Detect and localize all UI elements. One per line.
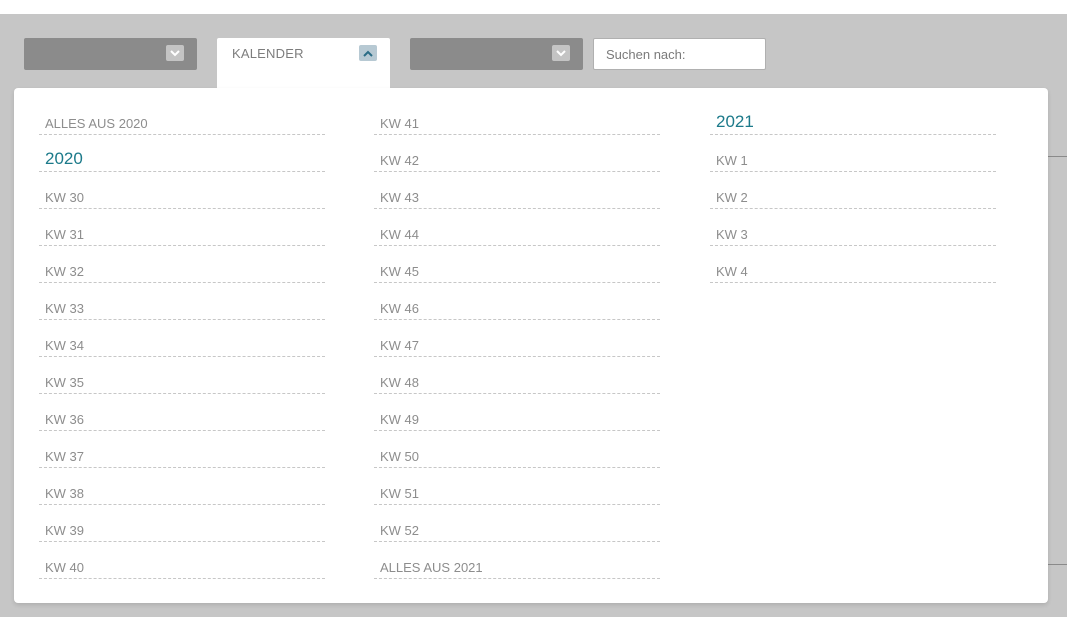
calendar-week-item[interactable]: KW 30: [39, 172, 325, 209]
calendar-week-item[interactable]: KW 39: [39, 505, 325, 542]
calendar-week-item[interactable]: KW 3: [710, 209, 996, 246]
calendar-dropdown[interactable]: KALENDER: [217, 38, 390, 88]
chevron-down-icon[interactable]: [552, 45, 570, 61]
calendar-week-item[interactable]: KW 40: [39, 542, 325, 579]
calendar-menu-panel: ALLES AUS 2020 2020 KW 30 KW 31 KW 32 KW 33 KW…: [14, 88, 1048, 603]
calendar-column-2: KW 41 KW 42 KW 43 KW 44 KW 45 KW 46 KW 47 KW 48…: [374, 108, 660, 579]
calendar-week-item[interactable]: KW 45: [374, 246, 660, 283]
calendar-dropdown-label: KALENDER: [232, 46, 304, 61]
calendar-week-item[interactable]: KW 42: [374, 135, 660, 172]
calendar-column-3: 2021 KW 1 KW 2 KW 3 KW 4: [710, 108, 996, 283]
calendar-week-item[interactable]: KW 49: [374, 394, 660, 431]
filter-dropdown-3[interactable]: [410, 38, 583, 70]
calendar-week-item[interactable]: KW 48: [374, 357, 660, 394]
filter-dropdown-1[interactable]: [24, 38, 197, 70]
calendar-week-item[interactable]: KW 44: [374, 209, 660, 246]
calendar-week-item[interactable]: KW 37: [39, 431, 325, 468]
calendar-year-heading[interactable]: 2020: [39, 135, 325, 172]
calendar-week-item[interactable]: KW 50: [374, 431, 660, 468]
calendar-week-item[interactable]: KW 1: [710, 135, 996, 172]
calendar-week-item[interactable]: KW 52: [374, 505, 660, 542]
calendar-week-item[interactable]: KW 41: [374, 108, 660, 135]
calendar-week-item[interactable]: KW 47: [374, 320, 660, 357]
calendar-all-year-item[interactable]: ALLES AUS 2020: [39, 108, 325, 135]
calendar-week-item[interactable]: KW 31: [39, 209, 325, 246]
calendar-week-item[interactable]: KW 34: [39, 320, 325, 357]
calendar-week-item[interactable]: KW 32: [39, 246, 325, 283]
calendar-week-item[interactable]: KW 38: [39, 468, 325, 505]
calendar-week-item[interactable]: KW 4: [710, 246, 996, 283]
calendar-week-item[interactable]: KW 33: [39, 283, 325, 320]
calendar-column-1: ALLES AUS 2020 2020 KW 30 KW 31 KW 32 KW 33 KW…: [39, 108, 325, 579]
search-input[interactable]: [593, 38, 766, 70]
calendar-year-heading[interactable]: 2021: [710, 108, 996, 135]
calendar-week-item[interactable]: KW 35: [39, 357, 325, 394]
calendar-all-year-item[interactable]: ALLES AUS 2021: [374, 542, 660, 579]
calendar-week-item[interactable]: KW 2: [710, 172, 996, 209]
calendar-week-item[interactable]: KW 46: [374, 283, 660, 320]
chevron-up-icon[interactable]: [359, 45, 377, 61]
calendar-week-item[interactable]: KW 51: [374, 468, 660, 505]
chevron-down-icon[interactable]: [166, 45, 184, 61]
calendar-week-item[interactable]: KW 43: [374, 172, 660, 209]
calendar-week-item[interactable]: KW 36: [39, 394, 325, 431]
